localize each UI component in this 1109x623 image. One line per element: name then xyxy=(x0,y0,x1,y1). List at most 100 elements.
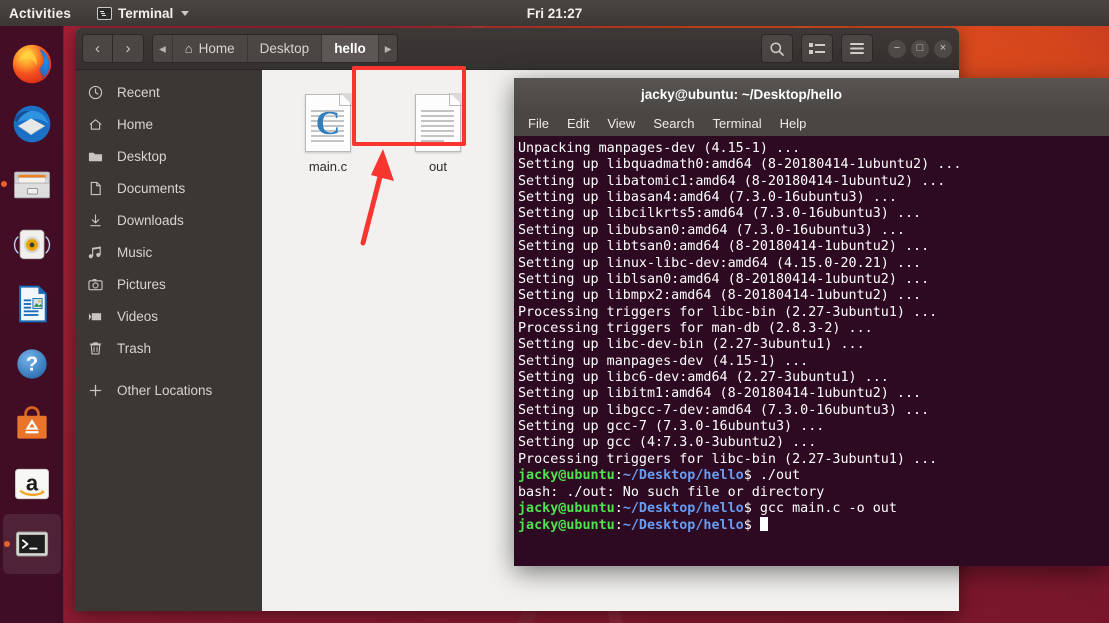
forward-button[interactable]: › xyxy=(113,35,143,62)
thunderbird-icon xyxy=(13,105,51,143)
terminal-prompt-line: jacky@ubuntu:~/Desktop/hello$ xyxy=(516,517,1109,533)
sidebar-divider xyxy=(75,364,262,374)
sidebar-label-videos: Videos xyxy=(117,308,159,324)
running-indicator-files xyxy=(1,181,7,187)
libreoffice-impress-icon xyxy=(19,285,47,323)
sidebar-item-pictures[interactable]: Pictures xyxy=(75,268,262,300)
terminal-icon xyxy=(97,6,113,20)
menu-item-help[interactable]: Help xyxy=(780,116,807,131)
back-button[interactable]: ‹ xyxy=(83,35,113,62)
terminal-output-line: Setting up libitm1:amd64 (8-20180414-1ub… xyxy=(518,386,922,402)
menu-item-edit[interactable]: Edit xyxy=(567,116,589,131)
terminal-prompt-line: jacky@ubuntu:~/Desktop/hello$ gcc main.c… xyxy=(516,501,1109,517)
prompt-symbol: $ xyxy=(743,468,760,484)
camera-icon xyxy=(87,277,104,292)
desktop-screen: Activities Terminal Fri 21:27 ? a ‹ › ◂ … xyxy=(0,0,1109,623)
clock-icon xyxy=(87,85,104,100)
list-view-icon xyxy=(809,42,825,54)
breadcrumb-scroll-left[interactable]: ◂ xyxy=(153,35,173,62)
terminal-title-bar[interactable]: jacky@ubuntu: ~/Desktop/hello xyxy=(514,78,1109,111)
sidebar-item-downloads[interactable]: Downloads xyxy=(75,204,262,236)
help-icon: ? xyxy=(17,349,47,379)
terminal-output-line: Setting up gcc-7 (7.3.0-16ubuntu3) ... xyxy=(518,419,825,435)
menu-button[interactable] xyxy=(841,34,873,63)
sidebar-item-documents[interactable]: Documents xyxy=(75,172,262,204)
dock-item-terminal[interactable] xyxy=(3,514,61,574)
chevron-down-icon xyxy=(181,10,190,16)
terminal-output-line: Setting up libc-dev-bin (2.27-3ubuntu1) … xyxy=(518,337,865,353)
breadcrumb-item-home[interactable]: ⌂ Home xyxy=(172,35,248,62)
sidebar-label-recent: Recent xyxy=(117,84,160,100)
terminal-output-line: Setting up manpages-dev (4.15-1) ... xyxy=(518,353,809,369)
sidebar-item-home[interactable]: Home xyxy=(75,108,262,140)
prompt-path: ~/Desktop/hello xyxy=(622,518,744,534)
file-label: main.c xyxy=(308,159,348,174)
prompt-user-host: jacky@ubuntu xyxy=(518,468,615,484)
dock-item-rhythmbox[interactable] xyxy=(0,214,64,274)
terminal-output-line: Setting up libc6-dev:amd64 (2.27-3ubuntu… xyxy=(518,370,889,386)
dock-item-help[interactable]: ? xyxy=(0,334,64,394)
terminal-cursor xyxy=(759,517,768,532)
file-item-out[interactable]: out xyxy=(390,88,486,180)
terminal-output-line: Setting up libubsan0:amd64 (7.3.0-16ubun… xyxy=(518,222,905,238)
terminal-output-line: Setting up libgcc-7-dev:amd64 (7.3.0-16u… xyxy=(518,402,930,418)
active-app-label: Terminal xyxy=(118,5,174,21)
sidebar-label-trash: Trash xyxy=(117,340,152,356)
menu-item-search[interactable]: Search xyxy=(653,116,694,131)
terminal-output-line: bash: ./out: No such file or directory xyxy=(518,484,825,500)
sidebar-label-music: Music xyxy=(117,244,153,260)
sidebar-item-desktop[interactable]: Desktop xyxy=(75,140,262,172)
ubuntu-dock: ? a xyxy=(0,26,64,623)
terminal-output[interactable]: Unpacking manpages-dev (4.15-1) ... Setti… xyxy=(514,137,1109,566)
window-controls: − □ × xyxy=(888,39,952,58)
dock-item-amazon[interactable]: a xyxy=(0,454,64,514)
prompt-separator: : xyxy=(614,468,623,484)
menu-item-file[interactable]: File xyxy=(528,116,549,131)
search-icon xyxy=(770,41,784,56)
dock-item-firefox[interactable] xyxy=(0,34,64,94)
breadcrumb-item-desktop[interactable]: Desktop xyxy=(247,35,323,62)
dock-item-ubuntu-software[interactable] xyxy=(0,394,64,454)
terminal-output-line: Setting up libcilkrts5:amd64 (7.3.0-16ub… xyxy=(518,206,922,222)
firefox-icon xyxy=(12,44,52,84)
terminal-menu-bar: File Edit View Search Terminal Help xyxy=(514,111,1109,137)
sidebar-item-trash[interactable]: Trash xyxy=(75,332,262,364)
terminal-output-line: Setting up libquadmath0:amd64 (8-2018041… xyxy=(518,157,962,173)
terminal-output-line: Unpacking manpages-dev (4.15-1) ... xyxy=(518,141,801,156)
close-button[interactable]: × xyxy=(934,39,952,58)
file-label: out xyxy=(428,159,448,174)
activities-button[interactable]: Activities xyxy=(9,6,71,21)
menu-item-terminal[interactable]: Terminal xyxy=(713,116,762,131)
dock-item-thunderbird[interactable] xyxy=(0,94,64,154)
svg-text:?: ? xyxy=(26,353,38,375)
sidebar-item-videos[interactable]: Videos xyxy=(75,300,262,332)
terminal-output-line: Processing triggers for man-db (2.8.3-2)… xyxy=(518,320,873,336)
c-source-file-icon: C xyxy=(305,93,352,152)
breadcrumb-item-hello[interactable]: hello xyxy=(322,35,379,62)
sidebar-item-music[interactable]: Music xyxy=(75,236,262,268)
view-toggle-button[interactable] xyxy=(801,34,833,63)
breadcrumb: ◂ ⌂ Home Desktop hello ▸ xyxy=(152,34,399,63)
breadcrumb-scroll-right[interactable]: ▸ xyxy=(378,35,398,62)
sidebar: Recent Home Desktop Documents Downloads … xyxy=(75,70,262,611)
search-button[interactable] xyxy=(761,34,793,63)
dock-item-files[interactable] xyxy=(0,154,64,214)
home-icon xyxy=(87,117,104,132)
terminal-title-label: jacky@ubuntu: ~/Desktop/hello xyxy=(640,87,843,102)
file-item-main-c[interactable]: C main.c xyxy=(280,88,376,180)
active-app-menu[interactable]: Terminal xyxy=(97,5,190,21)
terminal-output-line: Processing triggers for libc-bin (2.27-3… xyxy=(518,304,938,320)
sidebar-item-other-locations[interactable]: Other Locations xyxy=(75,374,262,406)
menu-item-view[interactable]: View xyxy=(607,116,635,131)
maximize-button[interactable]: □ xyxy=(911,39,929,58)
prompt-path: ~/Desktop/hello xyxy=(622,500,744,516)
sidebar-item-recent[interactable]: Recent xyxy=(75,76,262,108)
dock-item-libreoffice-impress[interactable] xyxy=(0,274,64,334)
video-icon xyxy=(87,309,104,324)
terminal-output-line: Setting up libatomic1:amd64 (8-20180414-… xyxy=(518,173,946,189)
minimize-button[interactable]: − xyxy=(888,39,906,58)
prompt-symbol: $ xyxy=(743,518,760,534)
terminal-output-line: Setting up gcc (4:7.3.0-3ubuntu2) ... xyxy=(518,435,817,451)
prompt-user-host: jacky@ubuntu xyxy=(518,500,615,516)
terminal-output-line: Setting up libasan4:amd64 (7.3.0-16ubunt… xyxy=(518,190,897,206)
